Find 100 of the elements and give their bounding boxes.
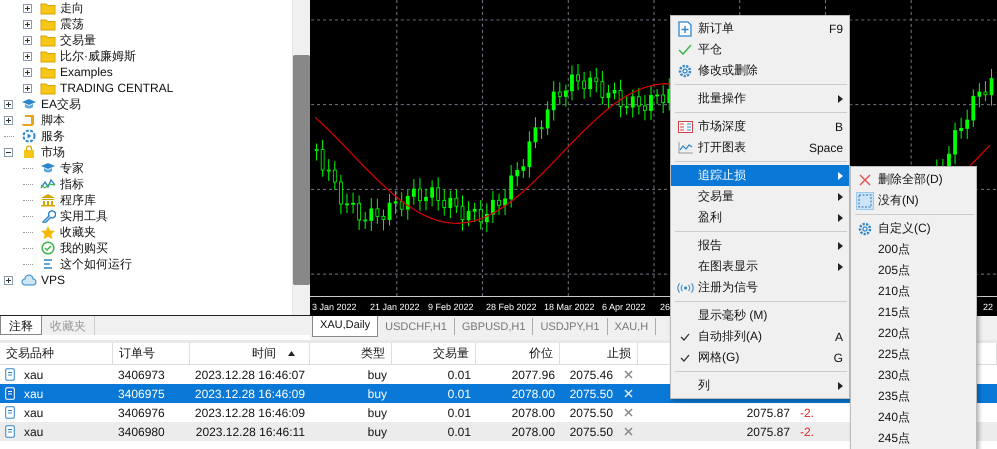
graduation-cap-icon [40,161,56,175]
table-cell: 3406976 [118,406,165,420]
column-header[interactable]: 交易品种 [0,343,113,364]
axis-date-label: 26 [660,302,672,312]
axis-date-label: 3 Jan 2022 [312,302,358,312]
clear-icon[interactable] [624,427,633,436]
menu-item[interactable]: 平仓 [671,39,849,60]
column-header[interactable]: 订单号 [113,343,190,364]
tree-item[interactable]: 走向 [60,0,84,16]
menu-item[interactable]: 报告 [671,235,849,256]
table-cell: buy [368,406,387,420]
menu-item[interactable]: 245点 [851,428,976,449]
menu-item[interactable]: 240点 [851,407,976,428]
menu-item[interactable]: 批量操作 [671,88,849,109]
clear-icon[interactable] [624,370,633,379]
folder-icon [40,33,56,47]
document-icon [5,425,15,438]
tree-item[interactable]: Examples [60,65,113,79]
scroll-icon [21,113,37,127]
axis-date-label: 28 Feb 2022 [486,302,538,312]
tree-item[interactable]: 震荡 [60,16,84,32]
column-header[interactable]: 交易量 [392,343,476,364]
menu-item[interactable]: 235点 [851,386,976,407]
menu-item[interactable]: 200点 [851,239,976,260]
line-graph-icon [40,177,56,191]
axis-date-label: 18 Mar 2022 [544,302,596,312]
table-cell: 2075.50 [570,406,613,420]
table-cell: 2023.12.28 16:46:07 [194,368,305,382]
chart-tab[interactable]: USDCHF,H1 [378,318,455,335]
menu-item[interactable]: 220点 [851,323,976,344]
menu-item[interactable]: 交易量 [671,186,849,207]
menu-item[interactable]: 新订单 F9 [671,18,849,39]
menu-item[interactable]: 215点 [851,302,976,323]
tick-icon [678,44,692,56]
folder-icon [40,65,56,79]
axis-date-label: 22 [982,302,994,312]
tree-item[interactable]: 专家 [60,160,84,176]
line-chart-icon [678,142,692,154]
column-header[interactable]: 止损 [560,343,638,364]
chart-tab[interactable]: XAU,Daily [312,316,378,337]
close-icon [859,174,871,186]
menu-item[interactable]: 自定义(C) [851,218,976,239]
menu-item[interactable]: 打开图表 Space [671,137,849,158]
bank-icon [40,193,56,207]
tree-item[interactable]: 服务 [41,128,65,144]
column-header[interactable]: 价位 [476,343,560,364]
tree-item[interactable]: TRADING CENTRAL [60,81,174,95]
tree-item[interactable]: 脚本 [41,112,65,128]
tree-item[interactable]: 比尔·威廉姆斯 [60,48,136,64]
tree-item[interactable]: 指标 [60,176,84,192]
menu-item[interactable]: 205点 [851,260,976,281]
chart-tab[interactable]: USDJPY,H1 [533,318,608,335]
table-cell: 2075.87 [746,424,790,438]
table-cell: 2077.96 [512,368,555,382]
tree-item[interactable]: 实用工具 [60,208,108,224]
chart-tab[interactable]: GBPUSD,H1 [454,318,534,335]
table-cell: 3406980 [118,424,165,438]
table-cell: -2. [800,406,814,420]
order-row[interactable]: xau 3406976 2023.12.28 16:46:09 buy 0.01 2078.00 2075.50 2075.87 -2. [0,403,850,422]
clear-icon[interactable] [624,408,633,417]
dashed-square-icon [858,194,872,208]
tree-item[interactable]: 程序库 [60,192,96,208]
menu-item[interactable]: 市场深度 B [671,116,849,137]
panel-tab[interactable]: 注释 [0,316,42,335]
menu-item[interactable]: 显示毫秒 (M) [671,305,849,326]
menu-item[interactable]: 没有(N) [851,190,976,211]
menu-item[interactable]: 225点 [851,344,976,365]
chart-tab[interactable]: XAU,H [608,318,656,335]
column-header[interactable]: 类型 [310,343,392,364]
menu-item[interactable]: 自动排列(A) A [671,326,849,347]
tree-item[interactable]: 这个如何运行 [60,256,132,272]
table-cell: 0.01 [448,424,471,438]
menu-item[interactable]: 230点 [851,365,976,386]
menu-item[interactable]: 盈利 [671,207,849,228]
folder-icon [40,1,56,15]
star-icon [40,225,56,239]
table-cell: 2023.12.28 16:46:09 [194,406,305,420]
menu-item[interactable]: 追踪止损 [671,165,849,186]
tree-item[interactable]: 我的购买 [60,240,108,256]
tree-item[interactable]: 交易量 [60,32,96,48]
cloud-icon [21,273,37,287]
column-header[interactable]: 时间 [190,343,310,364]
menu-item[interactable]: 网格(G) G [671,347,849,368]
menu-item[interactable]: 在图表显示 [671,256,849,277]
settings-icon [858,222,872,236]
menu-item[interactable]: 210点 [851,281,976,302]
tree-item[interactable]: EA交易 [41,96,82,112]
tree-item[interactable]: 市场 [41,144,65,160]
menu-item[interactable]: 注册为信号 [671,277,849,298]
menu-item[interactable]: 修改或删除 [671,60,849,81]
table-cell: 3406975 [118,386,165,400]
tree-item[interactable]: 收藏夹 [60,224,96,240]
shortcut-label: Space [808,140,843,154]
table-cell: 2075.46 [570,368,613,382]
menu-item[interactable]: 删除全部(D) [851,169,976,190]
column-header-label: 订单号 [119,345,155,362]
column-header-label: 交易品种 [6,345,54,362]
tree-item[interactable]: VPS [41,273,66,287]
scrollbar[interactable] [292,0,310,315]
order-row[interactable]: xau 3406980 2023.12.28 16:46:11 buy 0.01 2078.00 2075.50 2075.87 -2. [0,422,850,441]
